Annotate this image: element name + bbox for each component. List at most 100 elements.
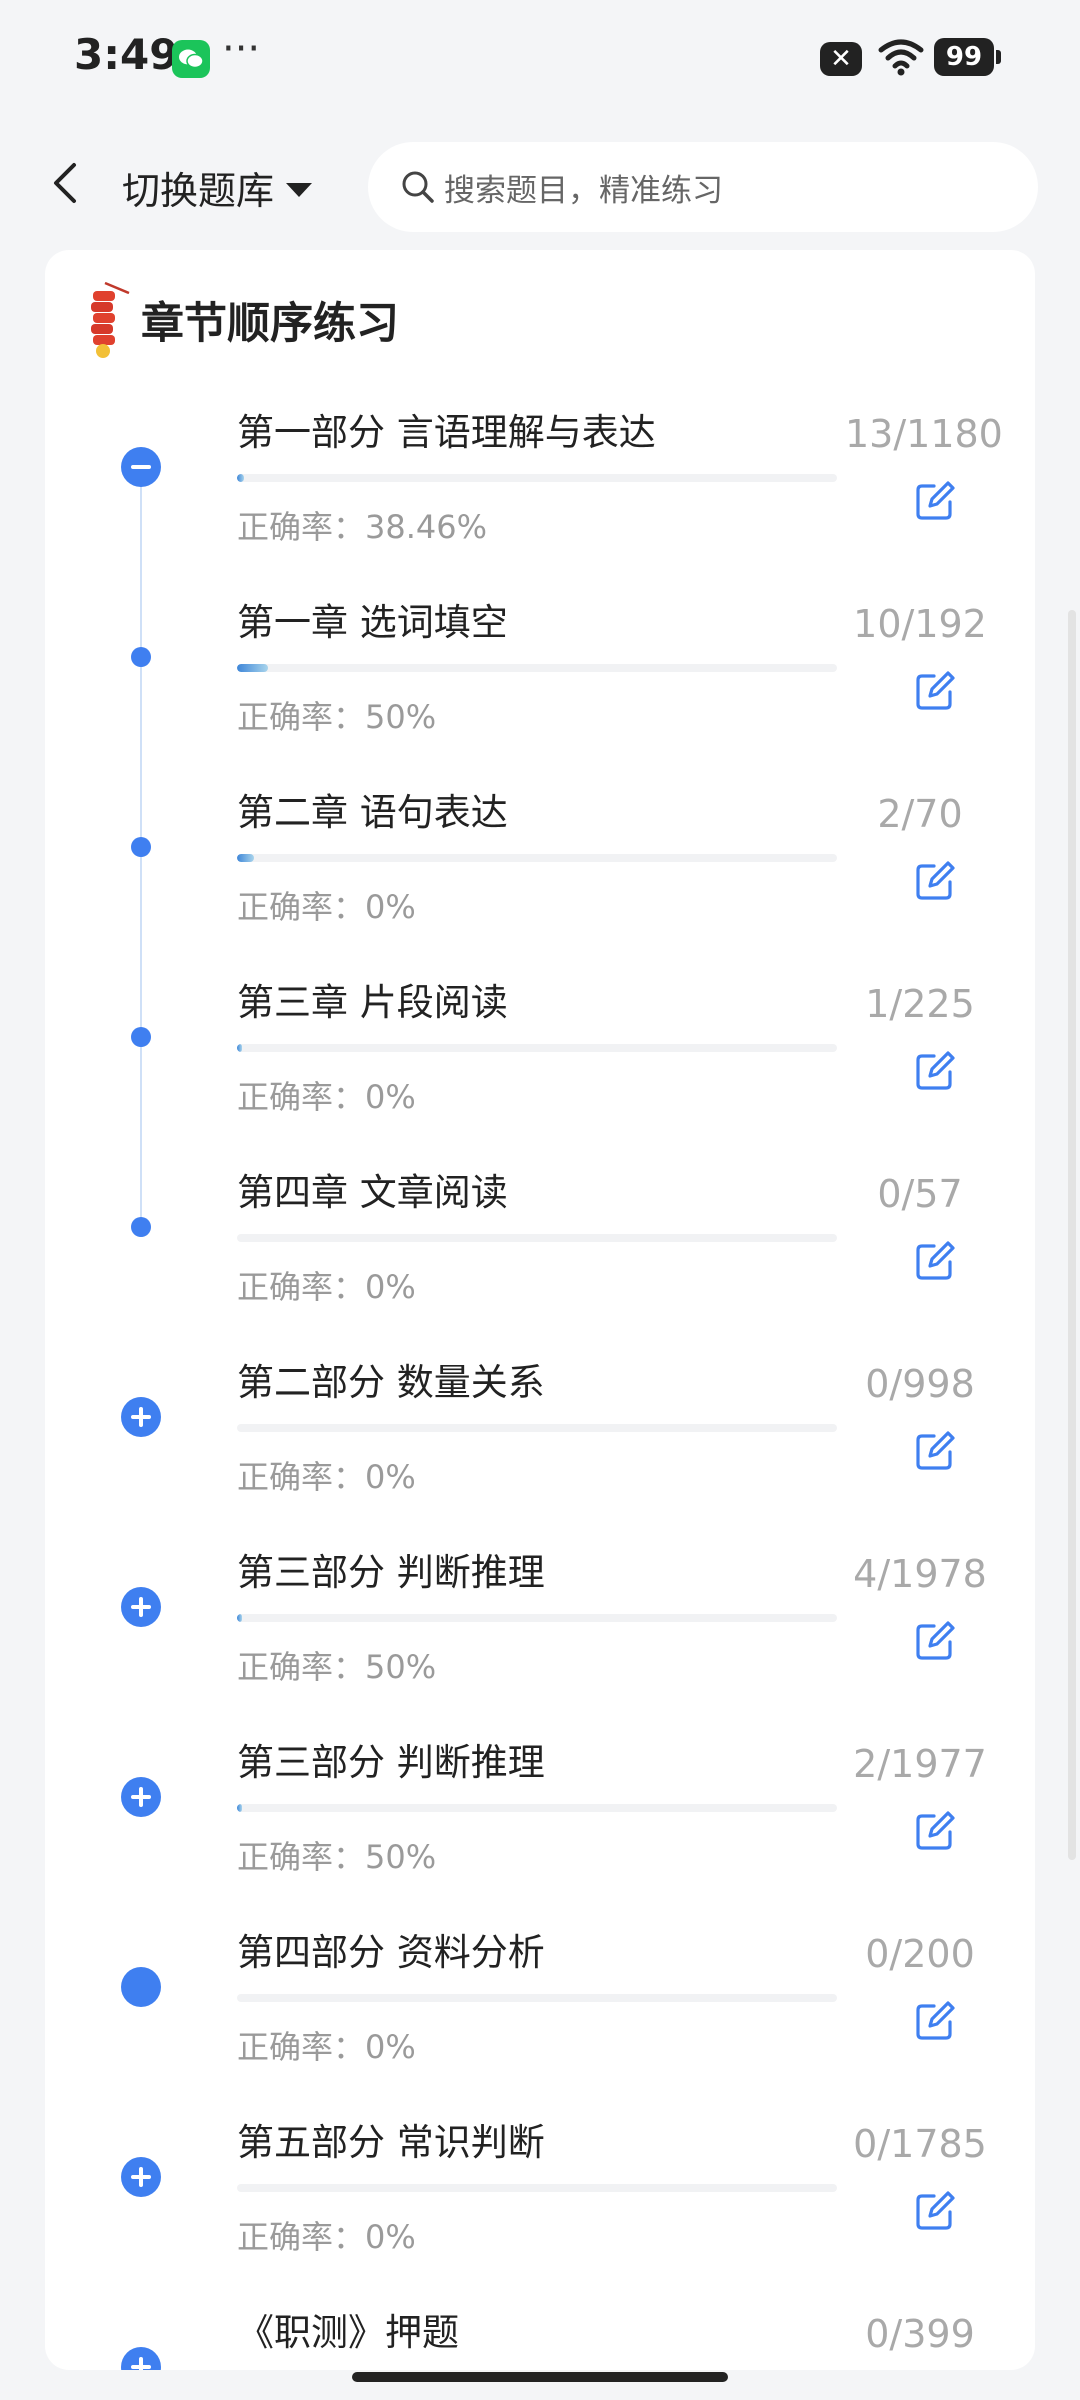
question-count: 2/1977 xyxy=(853,1742,987,1786)
accuracy-text: 正确率：0% xyxy=(237,1268,416,1306)
switch-question-bank-label: 切换题库 xyxy=(122,169,275,213)
edit-icon[interactable] xyxy=(914,1240,956,1282)
list-item[interactable]: 《职测》押题 0/399 xyxy=(45,2302,1035,2370)
progress-bar xyxy=(237,854,837,862)
scrollbar[interactable] xyxy=(1068,610,1076,1860)
list-item[interactable]: 第二部分 数量关系 正确率：0% 0/998 xyxy=(45,1352,1035,1542)
progress-bar xyxy=(237,1424,837,1432)
item-title: 第二章 语句表达 xyxy=(237,791,508,834)
list-item[interactable]: 第三部分 判断推理 正确率：50% 4/1978 xyxy=(45,1542,1035,1732)
accuracy-text: 正确率：50% xyxy=(237,698,437,736)
back-button[interactable] xyxy=(40,158,90,208)
card-header: 章节顺序练习 xyxy=(85,280,399,360)
status-bar: 3:49 ··· ✕ 99 xyxy=(0,0,1080,120)
item-title: 第一章 选词填空 xyxy=(237,601,508,644)
question-count: 13/1180 xyxy=(845,412,1003,456)
battery-indicator: 99 xyxy=(934,38,1001,76)
list-item[interactable]: 第二章 语句表达 正确率：0% 2/70 xyxy=(45,782,1035,972)
edit-icon[interactable] xyxy=(914,480,956,522)
edit-icon[interactable] xyxy=(914,1050,956,1092)
question-count: 0/57 xyxy=(877,1172,963,1216)
firecracker-icon xyxy=(91,281,130,358)
chevron-left-icon xyxy=(54,163,76,203)
wifi-icon xyxy=(878,38,924,80)
more-notifications-icon: ··· xyxy=(222,26,261,72)
accuracy-text: 正确率：0% xyxy=(237,2218,416,2256)
progress-bar xyxy=(237,1804,837,1812)
item-title: 第四部分 资料分析 xyxy=(237,1931,545,1974)
accuracy-text: 正确率：0% xyxy=(237,2028,416,2066)
card-title: 章节顺序练习 xyxy=(141,299,399,349)
item-title: 第一部分 言语理解与表达 xyxy=(237,411,656,454)
home-indicator[interactable] xyxy=(352,2372,728,2382)
question-count: 2/70 xyxy=(877,792,963,836)
item-title: 《职测》押题 xyxy=(237,2311,459,2354)
progress-bar xyxy=(237,474,837,482)
list-item[interactable]: 第三部分 判断推理 正确率：50% 2/1977 xyxy=(45,1732,1035,1922)
question-count: 0/399 xyxy=(865,2312,975,2356)
edit-icon[interactable] xyxy=(914,1810,956,1852)
header: 切换题库 搜索题目，精准练习 xyxy=(0,120,1080,250)
accuracy-text: 正确率：0% xyxy=(237,1078,416,1116)
wechat-icon xyxy=(172,40,210,78)
expand-icon[interactable] xyxy=(121,1397,161,1437)
item-title: 第三部分 判断推理 xyxy=(237,1551,545,1594)
question-count: 0/1785 xyxy=(853,2122,987,2166)
edit-icon[interactable] xyxy=(914,2000,956,2042)
progress-bar xyxy=(237,1994,837,2002)
question-count: 0/998 xyxy=(865,1362,975,1406)
caret-down-icon xyxy=(286,182,313,197)
timeline-dot xyxy=(131,1217,151,1237)
list-item[interactable]: 第四部分 资料分析 正确率：0% 0/200 xyxy=(45,1922,1035,2112)
item-title: 第三章 片段阅读 xyxy=(237,981,508,1024)
edit-icon[interactable] xyxy=(914,860,956,902)
list-item[interactable]: 第五部分 常识判断 正确率：0% 0/1785 xyxy=(45,2112,1035,2302)
search-input[interactable]: 搜索题目，精准练习 xyxy=(368,142,1038,232)
status-time: 3:49 xyxy=(74,30,179,79)
progress-bar xyxy=(237,1614,837,1622)
expand-icon[interactable] xyxy=(121,1587,161,1627)
edit-icon[interactable] xyxy=(914,2190,956,2232)
timeline-dot xyxy=(131,1027,151,1047)
timeline-dot xyxy=(131,837,151,857)
accuracy-text: 正确率：0% xyxy=(237,1458,416,1496)
switch-question-bank-button[interactable]: 切换题库 xyxy=(122,160,313,215)
question-count: 4/1978 xyxy=(853,1552,987,1596)
progress-fill xyxy=(237,1614,242,1622)
item-title: 第三部分 判断推理 xyxy=(237,1741,545,1784)
progress-fill xyxy=(237,1044,242,1052)
expand-icon[interactable] xyxy=(121,2157,161,2197)
expand-icon[interactable] xyxy=(121,1777,161,1817)
progress-bar xyxy=(237,664,837,672)
question-count: 1/225 xyxy=(865,982,975,1026)
timeline-node xyxy=(121,1967,161,2007)
search-icon xyxy=(402,171,434,203)
question-count: 0/200 xyxy=(865,1932,975,1976)
list-item[interactable]: 第三章 片段阅读 正确率：0% 1/225 xyxy=(45,972,1035,1162)
progress-fill xyxy=(237,854,255,862)
list-item[interactable]: 第一部分 言语理解与表达 正确率：38.46% 13/1180 xyxy=(45,402,1035,592)
item-title: 第五部分 常识判断 xyxy=(237,2121,545,2164)
progress-fill xyxy=(237,1804,242,1812)
accuracy-text: 正确率：0% xyxy=(237,888,416,926)
chapter-practice-card: 章节顺序练习 第一部分 言语理解与表达 正确率：38.46% 13/1180 第… xyxy=(45,250,1035,2370)
collapse-icon[interactable] xyxy=(121,447,161,487)
edit-icon[interactable] xyxy=(914,1430,956,1472)
search-placeholder: 搜索题目，精准练习 xyxy=(444,172,723,209)
expand-icon[interactable] xyxy=(121,2347,161,2370)
accuracy-text: 正确率：38.46% xyxy=(237,508,488,546)
item-title: 第四章 文章阅读 xyxy=(237,1171,508,1214)
progress-bar xyxy=(237,1044,837,1052)
accuracy-text: 正确率：50% xyxy=(237,1838,437,1876)
list-item[interactable]: 第四章 文章阅读 正确率：0% 0/57 xyxy=(45,1162,1035,1352)
progress-bar xyxy=(237,2184,837,2192)
progress-fill xyxy=(237,664,269,672)
edit-icon[interactable] xyxy=(914,670,956,712)
progress-bar xyxy=(237,1234,837,1242)
timeline-dot xyxy=(131,647,151,667)
no-sim-icon: ✕ xyxy=(820,42,862,76)
question-count: 10/192 xyxy=(853,602,987,646)
progress-fill xyxy=(237,474,244,482)
list-item[interactable]: 第一章 选词填空 正确率：50% 10/192 xyxy=(45,592,1035,782)
edit-icon[interactable] xyxy=(914,1620,956,1662)
